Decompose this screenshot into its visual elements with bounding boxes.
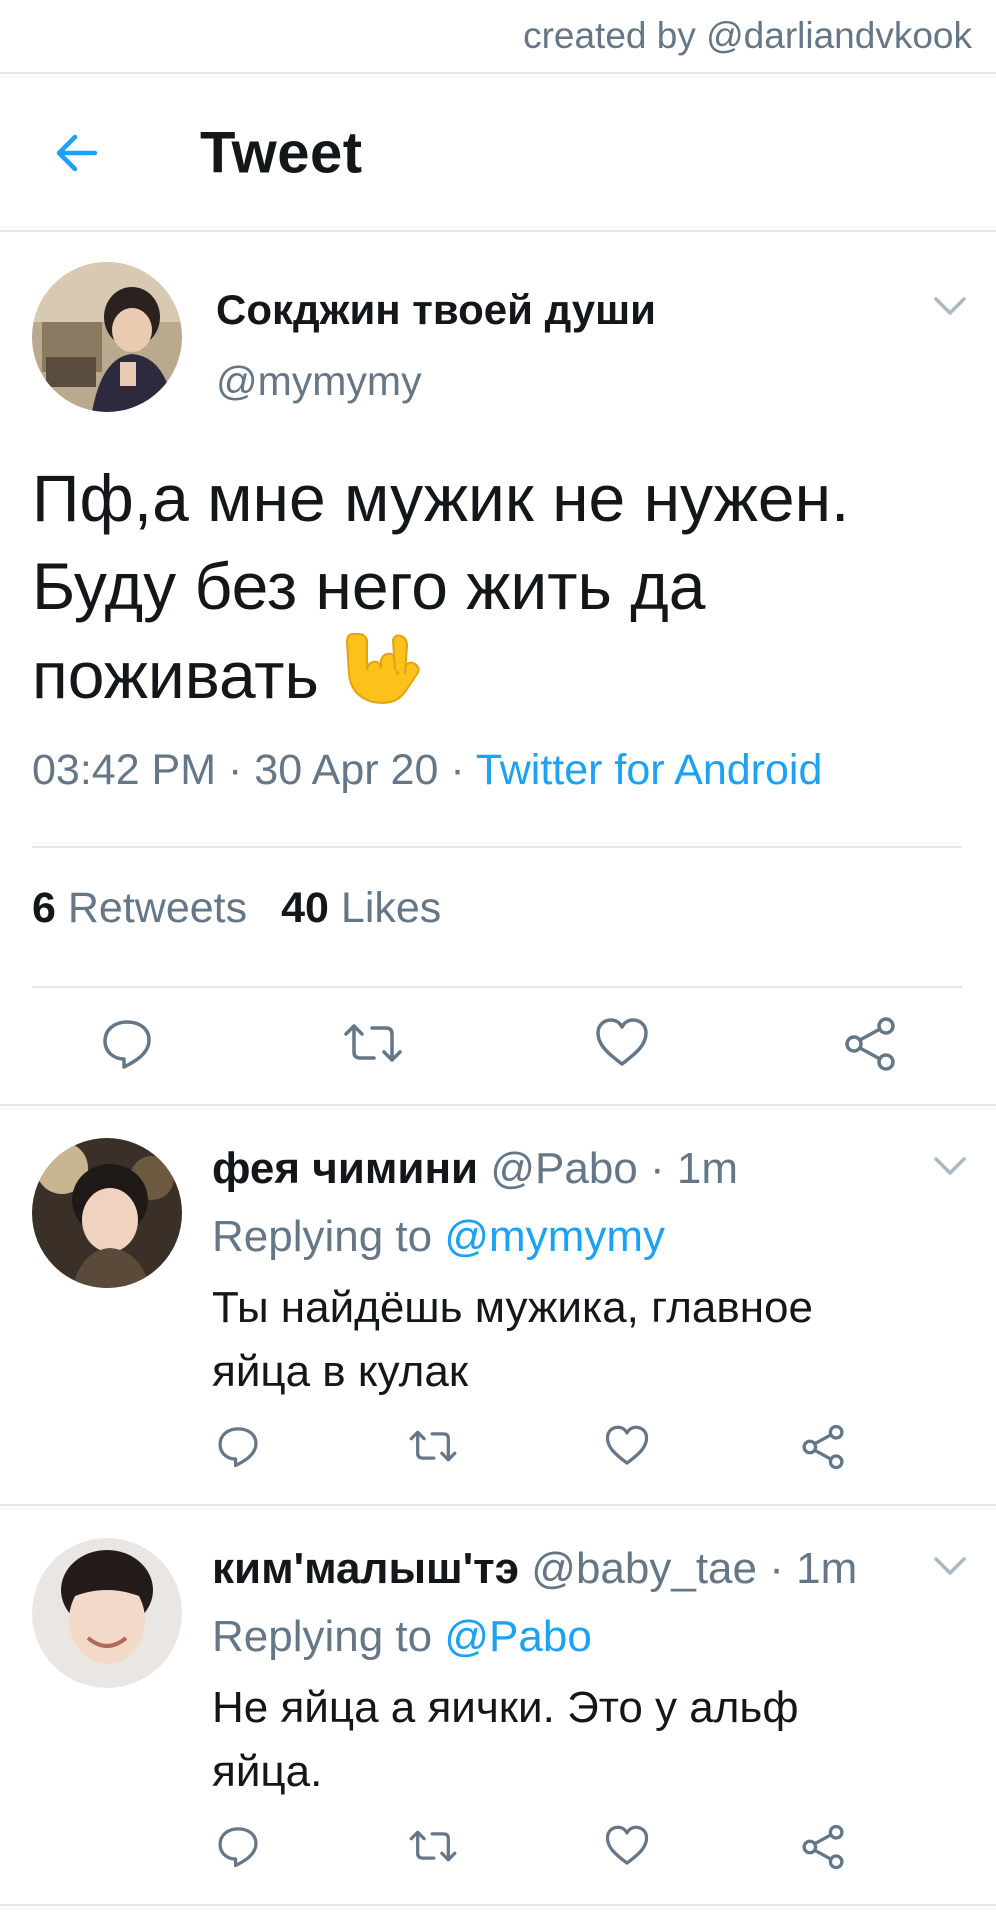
replying-to-mention[interactable]: @mymymy <box>444 1212 665 1261</box>
replying-to-line: Replying to @mymymy <box>212 1212 665 1262</box>
tweet-source-link[interactable]: Twitter for Android <box>476 746 823 794</box>
divider <box>32 846 962 848</box>
tweet-stats: 6 Retweets 40 Likes <box>32 884 441 933</box>
likes-label: Likes <box>340 884 442 932</box>
reply-header: ким'малыш'тэ @baby_tae · 1m <box>212 1544 857 1594</box>
tweet-meta: 03:42 PM · 30 Apr 20 · Twitter for Andro… <box>32 746 822 795</box>
tweet-text-line: поживать <box>32 638 319 712</box>
reply-author-name[interactable]: фея чимини <box>212 1144 478 1193</box>
meta-separator: · <box>438 746 476 794</box>
author-name[interactable]: Сокджин твоей души <box>216 286 656 334</box>
reply-text-line: Ты найдёшь мужика, главное <box>212 1283 813 1332</box>
retweet-icon[interactable] <box>342 1016 404 1070</box>
meta-separator: · <box>757 1544 797 1593</box>
reply-age: 1m <box>796 1544 858 1593</box>
reply-actions <box>0 1824 996 1894</box>
reply-author-name[interactable]: ким'малыш'тэ <box>212 1544 519 1593</box>
watermark-text: created by @darliandvkook <box>0 0 996 74</box>
replying-to-label: Replying to <box>212 1212 433 1261</box>
reply-text: Не яйца а яички. Это у альф яйца. <box>212 1676 952 1804</box>
reply-text-line: яйца в кулак <box>212 1347 469 1396</box>
avatar-photo <box>32 1538 182 1688</box>
sign-of-the-horns-emoji <box>346 633 420 704</box>
likes-stat[interactable]: 40 Likes <box>281 884 441 932</box>
meta-separator: · <box>216 746 255 794</box>
tweet-date: 30 Apr 20 <box>254 746 439 794</box>
avatar-photo <box>32 1138 182 1288</box>
replying-to-label: Replying to <box>212 1612 433 1661</box>
retweets-count: 6 <box>32 884 56 932</box>
share-icon[interactable] <box>800 1424 846 1470</box>
reply-bubble-icon[interactable] <box>100 1016 154 1070</box>
tweet-text-line: Буду без него жить да <box>32 549 706 623</box>
heart-icon[interactable] <box>594 1016 650 1070</box>
page-title: Tweet <box>200 120 363 186</box>
author-avatar[interactable] <box>32 262 182 412</box>
author-handle[interactable]: @mymymy <box>216 358 422 405</box>
replying-to-mention[interactable]: @Pabo <box>444 1612 591 1661</box>
chevron-down-icon[interactable] <box>932 294 968 318</box>
tweet-actions <box>0 1016 996 1086</box>
replying-to-line: Replying to @Pabo <box>212 1612 592 1662</box>
avatar-photo <box>32 262 182 412</box>
tweet-text-line-with-emoji: поживать <box>32 630 962 719</box>
reply-author-handle[interactable]: @Pabo <box>490 1144 637 1193</box>
chevron-down-icon[interactable] <box>932 1154 968 1178</box>
reply-text-line: яйца. <box>212 1747 323 1796</box>
retweets-stat[interactable]: 6 Retweets <box>32 884 247 932</box>
reply-bubble-icon[interactable] <box>216 1824 260 1868</box>
meta-separator: · <box>637 1144 677 1193</box>
reply-header: фея чимини @Pabo · 1m <box>212 1144 738 1194</box>
main-tweet: Сокджин твоей души @mymymy Пф,а мне мужи… <box>0 234 996 1106</box>
tweet-time: 03:42 PM <box>32 746 217 794</box>
retweets-label: Retweets <box>67 884 248 932</box>
tweet-text-line: Пф,а мне мужик не нужен. <box>32 461 850 535</box>
reply-text: Ты найдёшь мужика, главное яйца в кулак <box>212 1276 952 1404</box>
reply-text-line: Не яйца а яички. Это у альф <box>212 1683 799 1732</box>
reply-tweet[interactable]: фея чимини @Pabo · 1m Replying to @mymym… <box>0 1108 996 1506</box>
retweet-icon[interactable] <box>408 1424 458 1468</box>
heart-icon[interactable] <box>604 1424 650 1468</box>
reply-avatar[interactable] <box>32 1538 182 1688</box>
watermark-label: created by @darliandvkook <box>523 15 972 56</box>
chevron-down-icon[interactable] <box>932 1554 968 1578</box>
heart-icon[interactable] <box>604 1824 650 1868</box>
reply-bubble-icon[interactable] <box>216 1424 260 1468</box>
tweet-screen: created by @darliandvkook Tweet Сокджин … <box>0 0 996 1920</box>
top-bar: Tweet <box>0 76 996 232</box>
divider <box>32 986 962 988</box>
reply-avatar[interactable] <box>32 1138 182 1288</box>
likes-count: 40 <box>281 884 329 932</box>
reply-author-handle[interactable]: @baby_tae <box>531 1544 757 1593</box>
back-button[interactable] <box>50 126 104 180</box>
share-icon[interactable] <box>800 1824 846 1870</box>
share-icon[interactable] <box>842 1016 898 1072</box>
arrow-left-icon <box>56 134 98 172</box>
retweet-icon[interactable] <box>408 1824 458 1868</box>
tweet-text: Пф,а мне мужик не нужен. Буду без него ж… <box>32 454 962 719</box>
reply-tweet[interactable]: ким'малыш'тэ @baby_tae · 1m Replying to … <box>0 1508 996 1906</box>
reply-age: 1m <box>676 1144 739 1193</box>
reply-actions <box>0 1424 996 1494</box>
